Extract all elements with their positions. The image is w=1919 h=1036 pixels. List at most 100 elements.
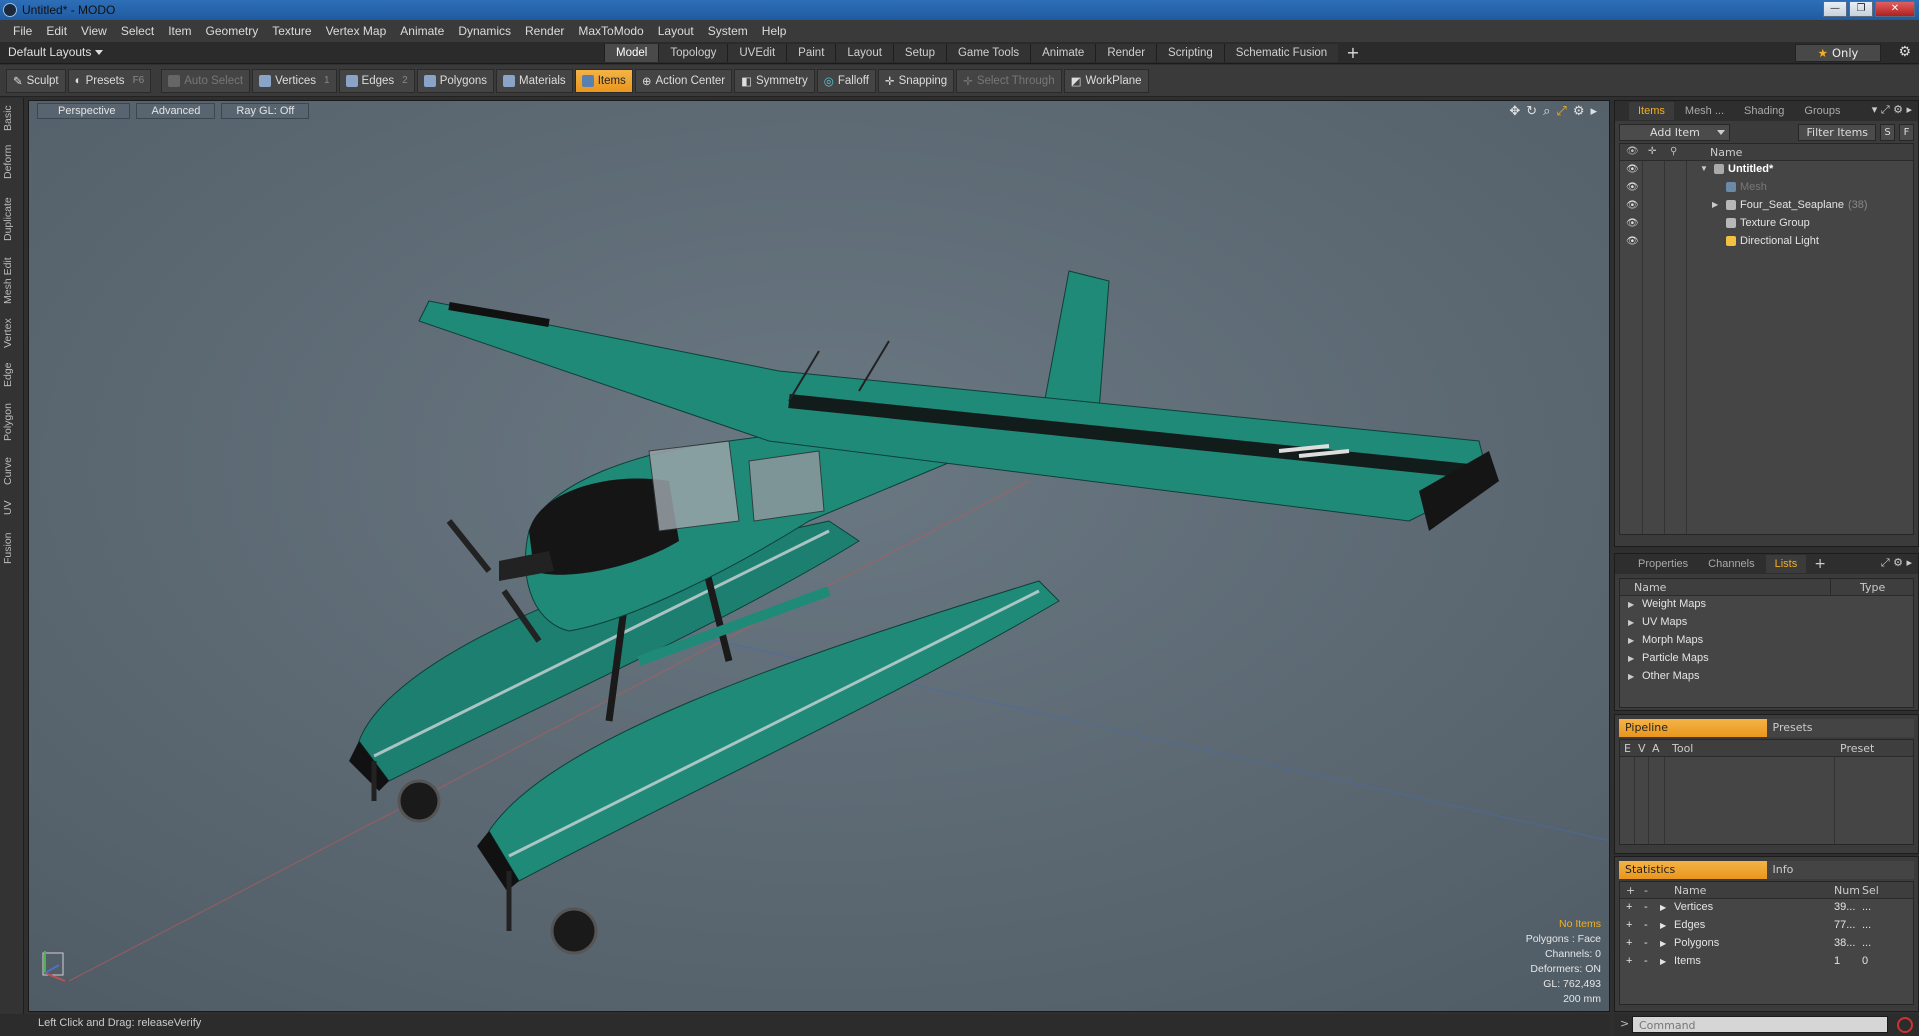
minimize-button[interactable]: — (1823, 1, 1847, 17)
tab-items[interactable]: Items (1629, 102, 1674, 120)
raygl-button[interactable]: Ray GL: Off (221, 103, 310, 119)
pan-icon[interactable]: ✥ (1509, 104, 1520, 119)
viewport-gear-icon[interactable]: ⚙ (1573, 104, 1585, 119)
list-item[interactable]: ▶ Weight Maps (1620, 596, 1913, 614)
menu-select[interactable]: Select (114, 24, 161, 38)
list-item[interactable]: ▶ Particle Maps (1620, 650, 1913, 668)
tab-shading[interactable]: Shading (1735, 102, 1793, 120)
workplane-button[interactable]: ◩ WorkPlane (1063, 68, 1149, 93)
zoom-icon[interactable]: ⌕ (1543, 104, 1550, 119)
expand-arrow-icon[interactable]: ▶ (1660, 921, 1666, 930)
visibility-icon[interactable]: 👁 (1626, 236, 1639, 247)
add-icon[interactable]: + (1626, 937, 1632, 949)
viewport-scene[interactable] (29, 101, 1610, 1012)
tab-pipeline[interactable]: Pipeline (1619, 719, 1767, 737)
snapping-button[interactable]: ✛ Snapping (877, 68, 955, 93)
polygons-button[interactable]: Polygons (416, 68, 495, 93)
presets-button[interactable]: ◐ Presets F6 (67, 68, 152, 93)
tab-channels[interactable]: Channels (1699, 555, 1763, 573)
materials-button[interactable]: Materials (496, 68, 573, 93)
tab-model[interactable]: Model (604, 44, 659, 62)
filter-items-button[interactable]: Filter Items (1798, 123, 1877, 141)
tree-row-untitled[interactable]: 👁 ▼ Untitled* (1620, 161, 1913, 179)
tab-game-tools[interactable]: Game Tools (945, 44, 1031, 62)
tree-row-seaplane[interactable]: 👁 ▶ Four_Seat_Seaplane (38) (1620, 197, 1913, 215)
command-input[interactable]: Command (1632, 1016, 1888, 1033)
expand-arrow-icon[interactable]: ▶ (1628, 636, 1634, 645)
tab-uvedit[interactable]: UVEdit (727, 44, 787, 62)
menu-edit[interactable]: Edit (39, 24, 74, 38)
expand-arrow-icon[interactable]: ▶ (1660, 939, 1666, 948)
vtab-polygon[interactable]: Polygon (2, 400, 22, 444)
tree-row-directional-light[interactable]: 👁 Directional Light (1620, 233, 1913, 251)
f-button[interactable]: F (1899, 123, 1914, 141)
menu-render[interactable]: Render (518, 24, 571, 38)
stat-row-polygons[interactable]: + - ▶ Polygons 38... ... (1620, 935, 1913, 953)
list-item[interactable]: ▶ Other Maps (1620, 668, 1913, 686)
layout-selector[interactable]: Default Layouts (8, 45, 104, 59)
visibility-icon[interactable]: 👁 (1626, 200, 1639, 211)
visibility-icon[interactable]: 👁 (1626, 164, 1639, 175)
tab-paint[interactable]: Paint (786, 44, 836, 62)
action-center-button[interactable]: ⊕ Action Center (634, 68, 733, 93)
menu-file[interactable]: File (6, 24, 39, 38)
items-button[interactable]: Items (574, 68, 633, 93)
stat-row-items[interactable]: + - ▶ Items 1 0 (1620, 953, 1913, 971)
add-icon[interactable]: + (1626, 955, 1632, 967)
menu-view[interactable]: View (74, 24, 114, 38)
vtab-basic[interactable]: Basic (2, 102, 22, 134)
vtab-curve[interactable]: Curve (2, 454, 22, 488)
menu-texture[interactable]: Texture (265, 24, 318, 38)
view-mode-button[interactable]: Perspective (37, 103, 131, 119)
expand-arrow-icon[interactable]: ▶ (1628, 600, 1634, 609)
tab-groups[interactable]: Groups (1795, 102, 1849, 120)
list-item[interactable]: ▶ Morph Maps (1620, 632, 1913, 650)
visibility-icon[interactable]: 👁 (1626, 218, 1639, 229)
tab-animate[interactable]: Animate (1030, 44, 1096, 62)
menu-help[interactable]: Help (755, 24, 794, 38)
tab-scripting[interactable]: Scripting (1156, 44, 1224, 62)
expand-arrow-icon[interactable]: ▶ (1628, 618, 1634, 627)
vtab-uv[interactable]: UV (2, 498, 22, 518)
falloff-button[interactable]: ◎ Falloff (816, 68, 876, 93)
vertices-button[interactable]: Vertices 1 (252, 68, 337, 93)
vtab-vertex[interactable]: Vertex (2, 316, 22, 350)
menu-vertex-map[interactable]: Vertex Map (319, 24, 394, 38)
add-panel-tab-button[interactable]: + (1808, 556, 1832, 572)
expand-arrow-icon[interactable]: ▼ (1700, 164, 1708, 173)
menu-item[interactable]: Item (161, 24, 198, 38)
s-button[interactable]: S (1880, 123, 1896, 141)
fit-icon[interactable]: ⤢ (1556, 104, 1566, 119)
expand-arrow-icon[interactable]: ▶ (1628, 654, 1634, 663)
vtab-edge[interactable]: Edge (2, 360, 22, 390)
add-tab-button[interactable]: + (1338, 44, 1367, 62)
tab-layout[interactable]: Layout (835, 44, 893, 62)
panel-controls-icon[interactable]: ▾ ⤢ ⚙ ▸ (1872, 103, 1912, 117)
add-icon[interactable]: + (1626, 919, 1632, 931)
tab-presets[interactable]: Presets (1766, 719, 1914, 737)
add-icon[interactable]: + (1626, 901, 1632, 913)
expand-arrow-icon[interactable]: ▶ (1712, 200, 1718, 209)
remove-icon[interactable]: - (1644, 937, 1648, 949)
select-through-button[interactable]: ✛ Select Through (956, 68, 1062, 93)
tab-mesh[interactable]: Mesh ... (1676, 102, 1733, 120)
expand-arrow-icon[interactable]: ▶ (1628, 672, 1634, 681)
tab-properties[interactable]: Properties (1629, 555, 1697, 573)
menu-animate[interactable]: Animate (393, 24, 451, 38)
menu-layout[interactable]: Layout (651, 24, 701, 38)
remove-icon[interactable]: - (1644, 901, 1648, 913)
stat-row-vertices[interactable]: + - ▶ Vertices 39... ... (1620, 899, 1913, 917)
close-button[interactable]: ✕ (1875, 1, 1915, 17)
rotate-icon[interactable]: ↻ (1526, 104, 1537, 119)
gear-icon[interactable]: ⚙ (1898, 44, 1911, 60)
tree-row-texture-group[interactable]: 👁 Texture Group (1620, 215, 1913, 233)
tab-schematic-fusion[interactable]: Schematic Fusion (1223, 44, 1339, 62)
expand-arrow-icon[interactable]: ▶ (1660, 957, 1666, 966)
vtab-duplicate[interactable]: Duplicate (2, 194, 22, 244)
vtab-fusion[interactable]: Fusion (2, 530, 22, 566)
auto-select-button[interactable]: Auto Select (161, 68, 251, 93)
menu-geometry[interactable]: Geometry (199, 24, 266, 38)
vtab-mesh-edit[interactable]: Mesh Edit (2, 256, 22, 306)
sculpt-button[interactable]: ✎ Sculpt (6, 68, 66, 93)
remove-icon[interactable]: - (1644, 955, 1648, 967)
